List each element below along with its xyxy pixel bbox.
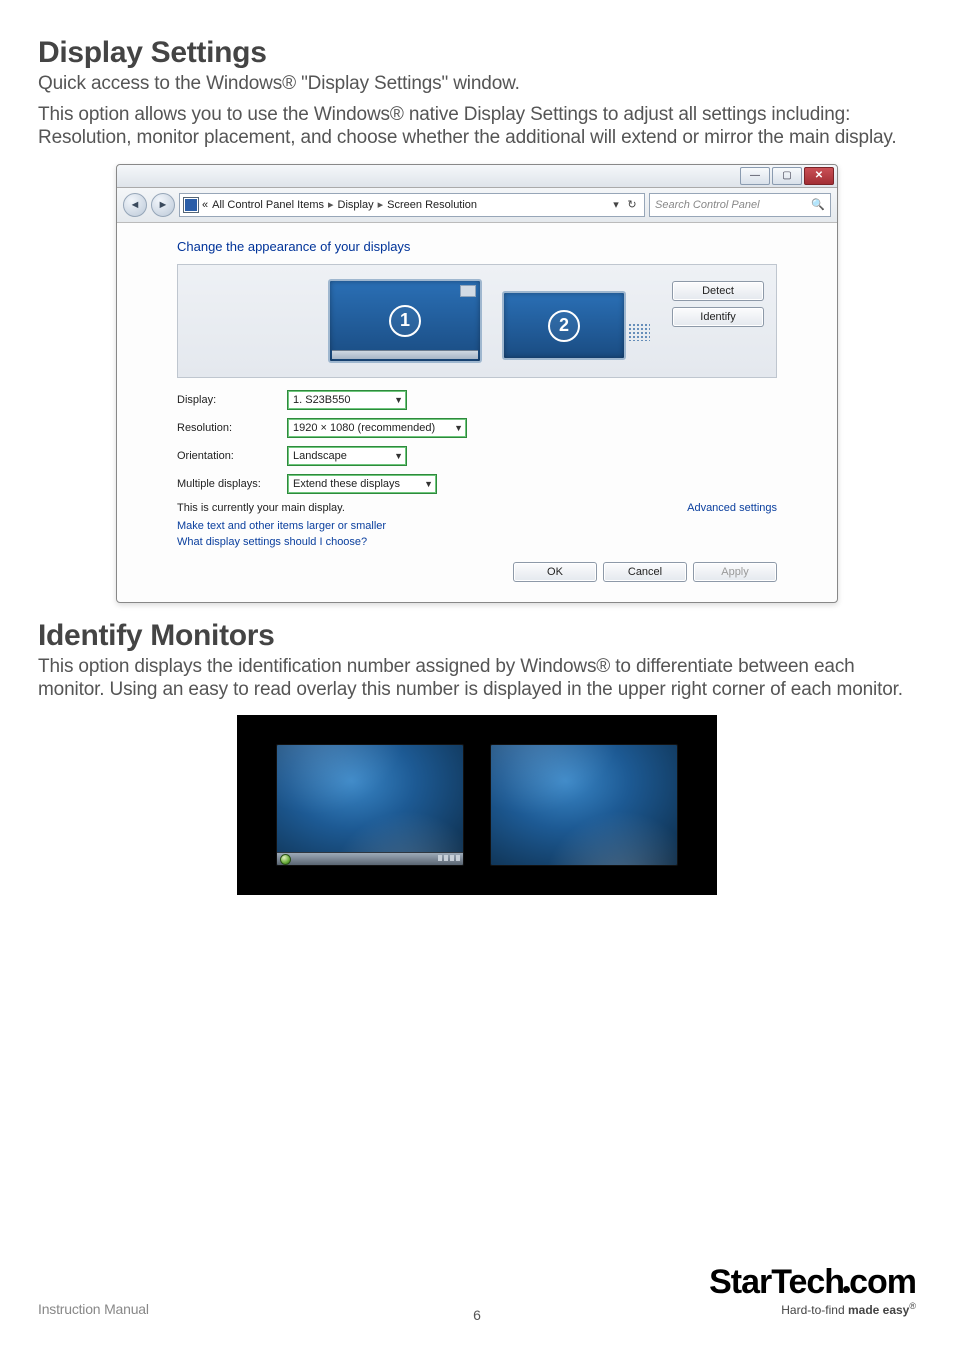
brand-suffix: com: [849, 1263, 916, 1301]
monitor-2-label: 2: [548, 310, 580, 342]
brand-name: StarTech: [709, 1263, 844, 1301]
chevron-down-icon: ▼: [389, 451, 403, 461]
window-titlebar: — ▢ ✕: [117, 165, 837, 188]
breadcrumb-item-2[interactable]: Screen Resolution: [387, 199, 477, 211]
chevron-icon: ▸: [374, 198, 388, 211]
search-input[interactable]: Search Control Panel 🔍: [649, 193, 831, 217]
search-icon: 🔍: [811, 198, 825, 211]
display-arrangement-area[interactable]: 1 2 Detect Identify: [177, 264, 777, 378]
body-text-2: This option displays the identification …: [38, 655, 916, 701]
multiple-displays-value: Extend these displays: [293, 478, 400, 490]
taskbar: [277, 852, 463, 865]
resolution-value: 1920 × 1080 (recommended): [293, 422, 435, 434]
apply-button[interactable]: Apply: [693, 562, 777, 582]
orientation-label: Orientation:: [177, 450, 287, 462]
cancel-button[interactable]: Cancel: [603, 562, 687, 582]
resolution-label: Resolution:: [177, 422, 287, 434]
identify-monitors-image: [237, 715, 717, 895]
chevron-down-icon: ▼: [419, 479, 433, 489]
multiple-displays-label: Multiple displays:: [177, 478, 287, 490]
identify-button[interactable]: Identify: [672, 307, 764, 327]
display-label: Display:: [177, 394, 287, 406]
close-button[interactable]: ✕: [804, 167, 834, 185]
monitor-2[interactable]: 2: [502, 291, 626, 360]
monitor-1-label: 1: [389, 305, 421, 337]
dropdown-icon[interactable]: ▾: [608, 198, 624, 211]
desktop-screen-2: [490, 744, 678, 866]
display-value: 1. S23B550: [293, 394, 351, 406]
refresh-icon[interactable]: ↻: [624, 198, 640, 211]
body-text-1: This option allows you to use the Window…: [38, 103, 916, 149]
multiple-displays-select[interactable]: Extend these displays ▼: [287, 474, 437, 494]
intro-text-1: Quick access to the Windows® "Display Se…: [38, 72, 916, 95]
screen-resolution-window: — ▢ ✕ ◄ ► « All Control Panel Items ▸ Di…: [116, 164, 838, 603]
detect-button[interactable]: Detect: [672, 281, 764, 301]
explorer-navbar: ◄ ► « All Control Panel Items ▸ Display …: [117, 188, 837, 223]
help-link[interactable]: What display settings should I choose?: [177, 536, 777, 548]
resolution-select[interactable]: 1920 × 1080 (recommended) ▼: [287, 418, 467, 438]
minimize-button[interactable]: —: [740, 167, 770, 185]
main-display-note: This is currently your main display.: [177, 502, 345, 514]
orientation-value: Landscape: [293, 450, 347, 462]
display-select[interactable]: 1. S23B550 ▼: [287, 390, 407, 410]
back-button[interactable]: ◄: [123, 193, 147, 217]
start-orb-icon: [280, 854, 291, 865]
address-bar[interactable]: « All Control Panel Items ▸ Display ▸ Sc…: [179, 193, 645, 217]
forward-button[interactable]: ►: [151, 193, 175, 217]
chevron-icon: ▸: [324, 198, 338, 211]
breadcrumb-item-1[interactable]: Display: [338, 199, 374, 211]
desktop-screen-1: [276, 744, 464, 866]
ok-button[interactable]: OK: [513, 562, 597, 582]
chevron-down-icon: ▼: [449, 423, 463, 433]
chevron-down-icon: ▼: [389, 395, 403, 405]
page-number: 6: [0, 1307, 954, 1323]
section-title: Change the appearance of your displays: [177, 239, 777, 254]
breadcrumb-item-0[interactable]: All Control Panel Items: [208, 199, 324, 211]
control-panel-icon: [184, 198, 198, 212]
heading-identify-monitors: Identify Monitors: [38, 619, 916, 653]
monitor-1[interactable]: 1: [328, 279, 482, 363]
orientation-select[interactable]: Landscape ▼: [287, 446, 407, 466]
heading-display-settings: Display Settings: [38, 36, 916, 70]
advanced-settings-link[interactable]: Advanced settings: [687, 502, 777, 514]
search-placeholder: Search Control Panel: [655, 199, 760, 211]
window-content: Change the appearance of your displays 1…: [117, 223, 837, 602]
text-size-link[interactable]: Make text and other items larger or smal…: [177, 520, 777, 532]
maximize-button[interactable]: ▢: [772, 167, 802, 185]
